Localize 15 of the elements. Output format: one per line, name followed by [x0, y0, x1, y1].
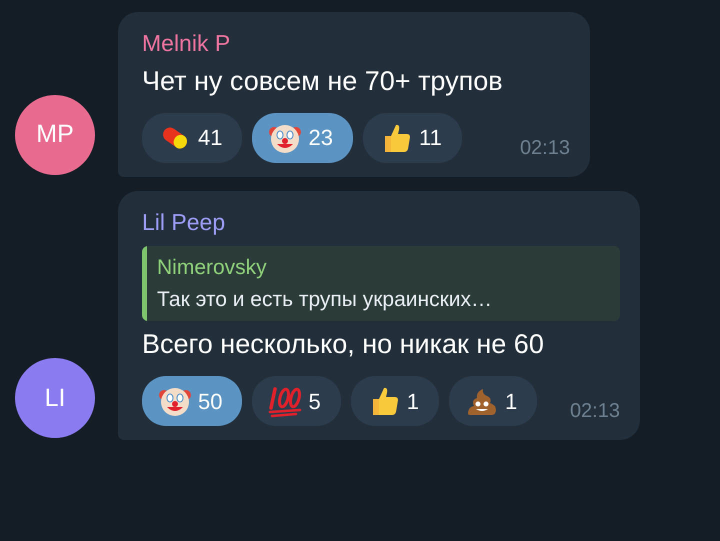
message-text: Всего несколько, но никак не 60 — [142, 328, 545, 362]
reply-text: Так это и есть трупы украинских… — [157, 286, 492, 313]
reaction-button[interactable]: 5 — [252, 376, 341, 426]
hundred-points-icon — [268, 384, 302, 418]
reply-author: Nimerovsky — [157, 255, 268, 282]
reaction-button[interactable]: 1 — [350, 376, 439, 426]
reaction-button[interactable]: 41 — [142, 112, 242, 163]
reaction-button[interactable]: 1 — [448, 376, 538, 426]
message-text: Чет ну совсем не 70+ трупов — [142, 64, 504, 98]
message-time: 02:13 — [518, 136, 570, 161]
reply-quote[interactable]: Nimerovsky Так это и есть трупы украинских… — [142, 246, 620, 322]
reaction-button[interactable]: 11 — [362, 112, 462, 163]
message-time: 02:13 — [568, 399, 620, 424]
author-name[interactable]: Lil Peep — [142, 208, 620, 236]
author-name[interactable]: Melnik P — [142, 30, 570, 58]
